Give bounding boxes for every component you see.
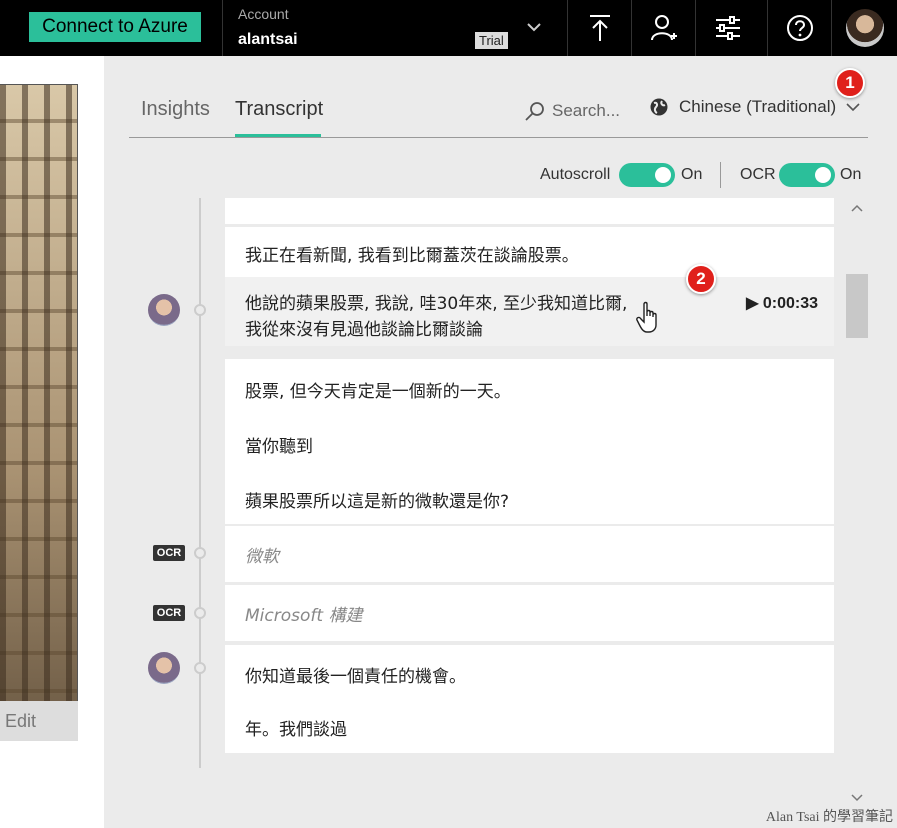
avatar bbox=[845, 9, 884, 47]
transcript-line: 你知道最後一個責任的機會。 bbox=[245, 667, 466, 687]
ocr-state: On bbox=[840, 166, 862, 183]
ocr-item[interactable]: Microsoft 構建 bbox=[225, 585, 834, 641]
account-switcher[interactable]: Account alantsai Trial bbox=[222, 0, 567, 56]
scrollbar-thumb[interactable] bbox=[846, 274, 868, 338]
transcript-line: 年。我們談過 bbox=[245, 720, 347, 740]
tab-insights[interactable]: Insights bbox=[141, 98, 210, 121]
settings-sliders-icon[interactable] bbox=[695, 0, 759, 56]
chevron-down-icon[interactable] bbox=[851, 794, 863, 802]
timeline-dot bbox=[194, 304, 206, 316]
help-icon[interactable] bbox=[767, 0, 831, 56]
tab-divider bbox=[129, 137, 868, 138]
annotation-badge-2: 2 bbox=[686, 264, 716, 294]
chevron-down-icon[interactable] bbox=[526, 18, 542, 37]
timeline-dot bbox=[194, 547, 206, 559]
top-bar: Connect to Azure Account alantsai Trial bbox=[0, 0, 897, 56]
ocr-text: Microsoft 構建 bbox=[245, 606, 363, 626]
add-user-icon[interactable] bbox=[631, 0, 695, 56]
connect-to-azure-button[interactable]: Connect to Azure bbox=[29, 12, 201, 42]
account-name: alantsai bbox=[238, 31, 298, 48]
globe-icon bbox=[650, 98, 668, 116]
transcript-line: 我正在看新聞, 我看到比爾蓋茨在談論股票。 bbox=[245, 246, 579, 266]
transcript-line: 我從來沒有見過他談論比爾談論 bbox=[245, 320, 483, 340]
search-box[interactable]: Search... bbox=[524, 100, 620, 122]
ocr-text: 微軟 bbox=[245, 547, 279, 567]
video-player[interactable] bbox=[0, 84, 78, 732]
ocr-item[interactable]: 微軟 bbox=[225, 526, 834, 582]
autoscroll-toggle[interactable] bbox=[619, 163, 675, 187]
tab-transcript[interactable]: Transcript bbox=[235, 98, 323, 121]
transcript-item-highlighted[interactable]: 他說的蘋果股票, 我說, 哇30年來, 至少我知道比爾, 我從來沒有見過他談論比… bbox=[225, 277, 834, 346]
language-selector[interactable]: Chinese (Traditional) bbox=[649, 97, 860, 117]
speaker-avatar bbox=[148, 294, 180, 326]
autoscroll-label: Autoscroll bbox=[540, 166, 611, 183]
autoscroll-state: On bbox=[681, 166, 703, 183]
timeline-dot bbox=[194, 607, 206, 619]
account-label: Account bbox=[238, 6, 289, 22]
speaker-avatar bbox=[148, 652, 180, 684]
transcript-line: 當你聽到 bbox=[245, 437, 313, 457]
ocr-toggle[interactable] bbox=[779, 163, 835, 187]
search-placeholder: Search... bbox=[552, 101, 621, 120]
chevron-down-icon bbox=[846, 103, 860, 112]
hand-cursor-icon bbox=[636, 301, 657, 333]
ocr-tag: OCR bbox=[153, 605, 185, 621]
transcript-line: 蘋果股票所以這是新的微軟還是你? bbox=[245, 492, 510, 512]
edit-button[interactable]: Edit bbox=[0, 701, 78, 741]
chevron-up-icon[interactable] bbox=[851, 204, 863, 212]
ocr-label: OCR bbox=[740, 166, 776, 183]
transcript-item[interactable]: 你知道最後一個責任的機會。 年。我們談過 bbox=[225, 645, 834, 753]
ocr-tag: OCR bbox=[153, 545, 185, 561]
transcript-list[interactable]: 我正在看新聞, 我看到比爾蓋茨在談論股票。 他說的蘋果股票, 我說, 哇30年來… bbox=[104, 198, 897, 828]
play-timestamp-button[interactable]: ▶ 0:00:33 bbox=[746, 293, 818, 313]
toggle-divider bbox=[720, 162, 721, 188]
upload-icon[interactable] bbox=[567, 0, 631, 56]
timeline-dot bbox=[194, 662, 206, 674]
watermark: Alan Tsai 的學習筆記 bbox=[765, 810, 893, 825]
transcript-item[interactable]: 我正在看新聞, 我看到比爾蓋茨在談論股票。 bbox=[225, 227, 834, 277]
timestamp: 0:00:33 bbox=[762, 295, 818, 312]
list-item bbox=[225, 198, 834, 224]
transcript-line: 他說的蘋果股票, 我說, 哇30年來, 至少我知道比爾, bbox=[245, 294, 628, 314]
insights-panel: Insights Transcript Search... Chinese (T… bbox=[104, 56, 897, 828]
transcript-item[interactable]: 股票, 但今天肯定是一個新的一天。 當你聽到 蘋果股票所以這是新的微軟還是你? bbox=[225, 359, 834, 524]
annotation-badge-1: 1 bbox=[835, 68, 865, 98]
search-icon bbox=[525, 102, 544, 121]
selected-language: Chinese (Traditional) bbox=[679, 97, 837, 116]
user-avatar[interactable] bbox=[831, 0, 897, 56]
timeline-line bbox=[199, 198, 201, 768]
transcript-line: 股票, 但今天肯定是一個新的一天。 bbox=[245, 382, 511, 402]
trial-badge: Trial bbox=[475, 32, 508, 49]
toggle-bar: Autoscroll On OCR On bbox=[540, 162, 870, 192]
video-pane: Edit bbox=[0, 56, 104, 828]
